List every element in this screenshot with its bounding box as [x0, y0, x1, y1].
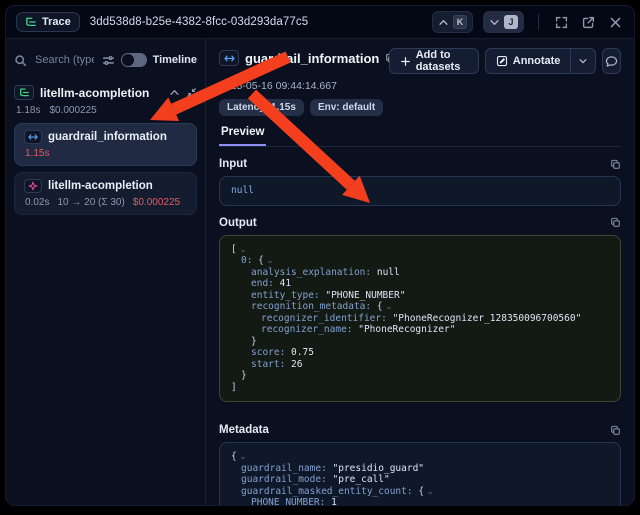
tree-item-litellm-acompletion[interactable]: litellm-acompletion 0.02s 10 → 20 (Σ 30)…	[14, 172, 197, 215]
annotate-button[interactable]: Annotate	[486, 49, 571, 73]
generation-sparkle-icon	[24, 179, 42, 193]
tree-item-guardrail-information[interactable]: guardrail_information 1.15s	[14, 123, 197, 166]
collapse-all-icon[interactable]	[186, 87, 197, 98]
chevron-up-icon	[438, 17, 449, 28]
tree-root-trace[interactable]: litellm-acompletion	[14, 83, 197, 102]
copy-icon[interactable]	[610, 159, 621, 170]
input-value: null	[231, 185, 254, 196]
shortcut-key-k: K	[453, 15, 467, 29]
item-latency: 1.15s	[25, 148, 49, 159]
item-latency: 0.02s	[25, 197, 49, 208]
span-arrows-icon	[219, 50, 239, 66]
root-trace-label: litellm-acompletion	[40, 86, 163, 100]
tab-preview[interactable]: Preview	[219, 126, 266, 146]
span-arrows-icon	[24, 130, 42, 144]
item-tokens: 10 → 20 (Σ 30)	[57, 197, 124, 208]
page-title: guardrail_information	[245, 51, 379, 66]
trace-detail-window: Trace 3dd538d8-b25e-4382-8fcc-03d293da77…	[5, 5, 635, 506]
add-to-datasets-label: Add to datasets	[416, 49, 468, 73]
plus-icon	[400, 56, 411, 67]
input-section: Input null	[219, 158, 621, 206]
comment-bubble-icon	[605, 55, 618, 68]
expand-view-button[interactable]	[553, 14, 570, 31]
root-latency: 1.18s	[16, 105, 40, 116]
root-trace-metrics: 1.18s $0.000225	[16, 105, 197, 116]
chevron-down-icon	[578, 56, 588, 66]
next-trace-button[interactable]: J	[483, 11, 524, 33]
add-to-datasets-button[interactable]: Add to datasets	[389, 48, 479, 74]
tree-item-label: guardrail_information	[48, 131, 167, 143]
output-section-title: Output	[219, 217, 257, 229]
metadata-section: Metadata { ⌄guardrail_name: "presidio_gu…	[219, 424, 621, 506]
metadata-json: { ⌄guardrail_name: "presidio_guard"guard…	[219, 442, 621, 506]
open-external-button[interactable]	[580, 14, 597, 31]
filter-sliders-icon[interactable]	[102, 54, 115, 67]
annotate-pencil-icon	[496, 55, 508, 67]
timeline-toggle[interactable]	[121, 53, 147, 67]
search-input[interactable]	[33, 53, 96, 67]
root-cost: $0.000225	[49, 105, 96, 116]
trace-tree-icon	[14, 85, 34, 100]
trace-tree-sidebar: Timeline litellm-acompletion	[6, 39, 206, 505]
timeline-toggle-label: Timeline	[153, 54, 197, 66]
topbar: Trace 3dd538d8-b25e-4382-8fcc-03d293da77…	[6, 6, 634, 39]
tab-bar: Preview	[219, 126, 621, 147]
input-section-title: Input	[219, 158, 247, 170]
env-badge: Env: default	[310, 99, 383, 116]
annotate-split-button: Annotate	[485, 48, 597, 74]
input-value-box: null	[219, 176, 621, 206]
output-json: [ ⌄0: { ⌄analysis_explanation: nullend: …	[219, 235, 621, 403]
close-button[interactable]	[607, 14, 624, 31]
prev-trace-button[interactable]: K	[432, 11, 473, 33]
item-cost: $0.000225	[133, 197, 180, 208]
search-icon	[14, 54, 27, 67]
annotate-dropdown-button[interactable]	[571, 49, 595, 73]
output-section: Output [ ⌄0: { ⌄analysis_explanation: nu…	[219, 217, 621, 403]
latency-badge: Latency: 1.15s	[219, 99, 304, 116]
comments-button[interactable]	[602, 48, 621, 74]
copy-icon[interactable]	[610, 425, 621, 436]
chevron-down-icon	[489, 17, 500, 28]
trace-tree-icon	[25, 16, 37, 28]
copy-icon[interactable]	[610, 217, 621, 228]
annotate-label: Annotate	[513, 55, 561, 67]
collapse-chevron-icon[interactable]	[169, 87, 180, 98]
trace-id: 3dd538d8-b25e-4382-8fcc-03d293da77c5	[90, 16, 308, 28]
shortcut-key-j: J	[504, 15, 518, 29]
observation-detail-panel: guardrail_information ID	[206, 39, 634, 505]
trace-type-badge: Trace	[16, 12, 80, 32]
metadata-section-title: Metadata	[219, 424, 269, 436]
tree-item-label: litellm-acompletion	[48, 180, 153, 192]
timestamp: 2025-05-16 09:44:14.667	[219, 80, 621, 92]
trace-badge-label: Trace	[42, 16, 71, 28]
